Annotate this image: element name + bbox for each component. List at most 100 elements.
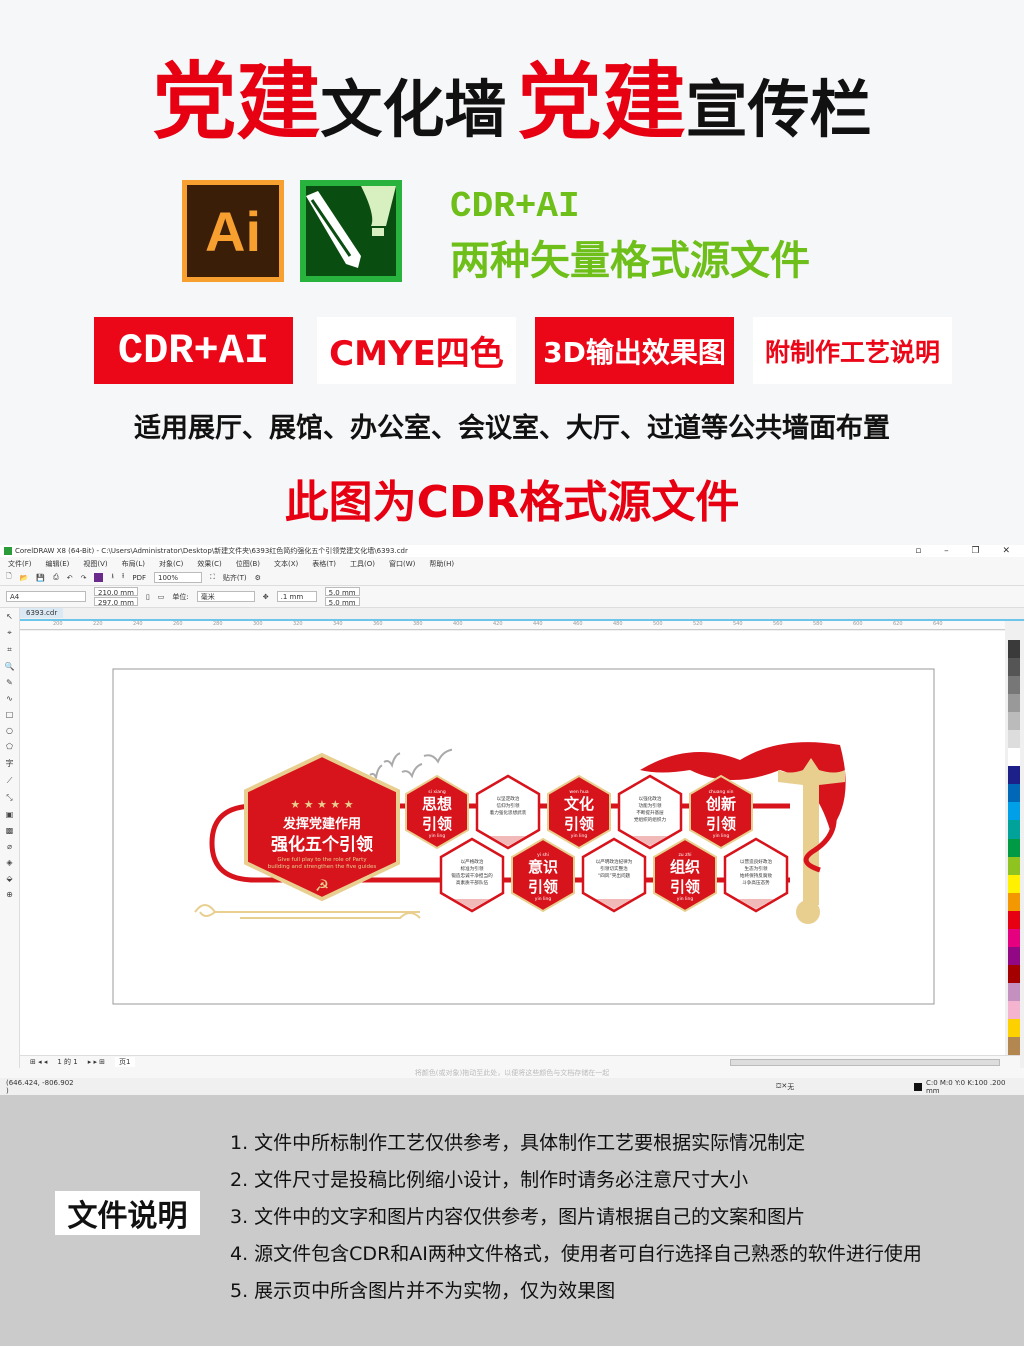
palette-swatch[interactable] <box>1008 892 1020 911</box>
palette-swatch[interactable] <box>1008 766 1020 785</box>
horizontal-scrollbar[interactable] <box>730 1058 1000 1066</box>
ruler-tick-label: 340 <box>333 621 343 627</box>
shape-tool-icon[interactable]: ⌖ <box>7 628 12 638</box>
menu-item[interactable]: 窗口(W) <box>389 559 415 569</box>
fill-tool-icon[interactable]: ◈ <box>6 858 12 867</box>
document-palette[interactable]: 将颜色(或对象)拖动至此处，以便将这些颜色与文档存储在一起 <box>0 1068 1024 1078</box>
portrait-icon[interactable]: ▯ <box>146 593 150 601</box>
menu-item[interactable]: 表格(T) <box>312 559 336 569</box>
palette-swatch[interactable] <box>1008 982 1020 1001</box>
page-width-field[interactable]: 210.0 mm <box>94 587 138 597</box>
page-nav-arrows[interactable]: ⊞ ◂ ◂ <box>30 1058 47 1066</box>
corel-connect-icon[interactable] <box>94 573 104 582</box>
drawing-canvas[interactable]: ★ ★ ★ ★ ★ 发挥党建作用 强化五个引领 Give full play to t… <box>20 631 1005 1055</box>
source-notice: 此图为CDR格式源文件 <box>284 477 740 528</box>
window-controls[interactable]: ▫ – ❐ ✕ <box>915 546 1024 556</box>
page-size-select[interactable]: A4 <box>6 591 86 602</box>
shadow-tool-icon[interactable]: ▣ <box>6 810 14 819</box>
duplicate-x-field[interactable]: 5.0 mm <box>324 587 360 597</box>
redo-icon[interactable]: ↷ <box>81 574 87 582</box>
ruler-tick-label: 480 <box>613 621 623 627</box>
page-tab[interactable]: 页1 <box>115 1057 135 1067</box>
menu-item[interactable]: 对象(C) <box>159 559 183 569</box>
dimension-tool-icon[interactable]: ⟋ <box>7 776 13 786</box>
text-tool-icon[interactable]: 字 <box>6 758 14 769</box>
color-palette[interactable] <box>1008 640 1020 1056</box>
palette-swatch[interactable] <box>1008 964 1020 983</box>
import-icon[interactable]: ⭳ <box>111 572 113 583</box>
export-icon[interactable]: ⭱ <box>122 572 124 583</box>
page-height-field[interactable]: 297.0 mm <box>94 597 138 607</box>
palette-swatch[interactable] <box>1008 1037 1020 1056</box>
palette-swatch[interactable] <box>1008 802 1020 821</box>
palette-swatch[interactable] <box>1008 910 1020 929</box>
freehand-tool-icon[interactable]: ✎ <box>6 678 13 687</box>
nudge-field[interactable]: .1 mm <box>276 591 317 602</box>
print-icon[interactable]: ⎙ <box>53 573 59 582</box>
palette-swatch[interactable] <box>1008 658 1020 677</box>
palette-swatch[interactable] <box>1008 676 1020 695</box>
palette-swatch[interactable] <box>1008 694 1020 713</box>
guide-pinyin: yin ling <box>429 833 446 839</box>
save-icon[interactable]: 💾 <box>36 574 45 582</box>
palette-swatch[interactable] <box>1008 1018 1020 1038</box>
smart-fill-icon[interactable]: ⬙ <box>6 874 12 883</box>
menu-item[interactable]: 文本(X) <box>274 559 298 569</box>
fullscreen-icon[interactable]: ⛶ <box>210 573 215 582</box>
crop-tool-icon[interactable]: ⌗ <box>7 645 12 655</box>
new-icon[interactable]: 🗋 <box>6 572 12 583</box>
undo-icon[interactable]: ↶ <box>67 574 73 582</box>
open-icon[interactable]: 📂 <box>20 574 29 582</box>
ruler-tick-label: 620 <box>893 621 903 627</box>
usage-subtitle: 适用展厅、展馆、办公室、会议室、大厅、过道等公共墙面布置 <box>134 413 890 444</box>
menu-item[interactable]: 布局(L) <box>122 559 145 569</box>
palette-swatch[interactable] <box>1008 820 1020 839</box>
palette-swatch[interactable] <box>1008 784 1020 803</box>
ruler-tick-label: 300 <box>253 621 263 627</box>
menu-item[interactable]: 视图(V) <box>83 559 107 569</box>
palette-swatch[interactable] <box>1008 1000 1020 1019</box>
units-select[interactable]: 毫米 <box>196 591 255 602</box>
ruler-tick-label: 260 <box>173 621 183 627</box>
transparency-tool-icon[interactable]: ▩ <box>6 826 14 835</box>
menu-item[interactable]: 位图(B) <box>236 559 260 569</box>
palette-swatch[interactable] <box>1008 730 1020 749</box>
eyedropper-icon[interactable]: ⌀ <box>7 842 12 851</box>
menu-item[interactable]: 工具(O) <box>350 559 375 569</box>
connector-tool-icon[interactable]: ⤡ <box>6 793 12 803</box>
palette-swatch[interactable] <box>1008 856 1020 875</box>
artistic-media-icon[interactable]: ∿ <box>6 694 13 703</box>
rectangle-tool-icon[interactable]: □ <box>6 710 14 719</box>
design-artwork[interactable]: ★ ★ ★ ★ ★ 发挥党建作用强化五个引领 Give full play to t… <box>20 631 1005 1055</box>
horizontal-ruler[interactable]: 200 220 240 260 280 300 320 340 360 380 400 420 440 4… <box>20 621 1005 630</box>
polygon-tool-icon[interactable]: ⬠ <box>6 742 13 751</box>
menu-item[interactable]: 帮助(H) <box>429 559 454 569</box>
palette-swatch[interactable] <box>1008 748 1020 767</box>
add-tool-icon[interactable]: ⊕ <box>6 890 13 899</box>
ellipse-tool-icon[interactable]: ○ <box>6 726 13 735</box>
page-nav-next[interactable]: ▸ ▸ ⊞ <box>88 1058 105 1066</box>
doc-tab[interactable]: 6393.cdr <box>20 608 64 618</box>
palette-swatch[interactable] <box>1008 640 1020 659</box>
pdf-icon[interactable]: PDF <box>132 574 146 582</box>
palette-swatch[interactable] <box>1008 928 1020 947</box>
ruler-tick-label: 280 <box>213 621 223 627</box>
palette-swatch[interactable] <box>1008 946 1020 965</box>
landscape-icon[interactable]: ▭ <box>158 593 165 601</box>
menu-item[interactable]: 文件(F) <box>8 559 32 569</box>
snap-to-dropdown[interactable]: 贴齐(T) <box>223 573 247 583</box>
guide-title: 组织 <box>670 858 700 876</box>
duplicate-y-field[interactable]: 5.0 mm <box>324 597 360 607</box>
palette-swatch[interactable] <box>1008 874 1020 893</box>
palette-swatch[interactable] <box>1008 712 1020 731</box>
zoom-level-select[interactable]: 100% <box>153 572 202 583</box>
pillar-cloud-base <box>796 900 820 924</box>
zoom-tool-icon[interactable]: 🔍 <box>5 662 15 671</box>
palette-swatch[interactable] <box>1008 838 1020 857</box>
menu-item[interactable]: 效果(C) <box>197 559 221 569</box>
menu-item[interactable]: 编辑(E) <box>46 559 70 569</box>
pick-tool-icon[interactable]: ↖ <box>6 612 13 621</box>
document-palette-hint: 将颜色(或对象)拖动至此处，以便将这些颜色与文档存储在一起 <box>414 1069 610 1077</box>
main-hexagon-subtitle: 强化五个引领 <box>271 834 373 855</box>
options-gear-icon[interactable]: ⚙ <box>255 574 261 582</box>
